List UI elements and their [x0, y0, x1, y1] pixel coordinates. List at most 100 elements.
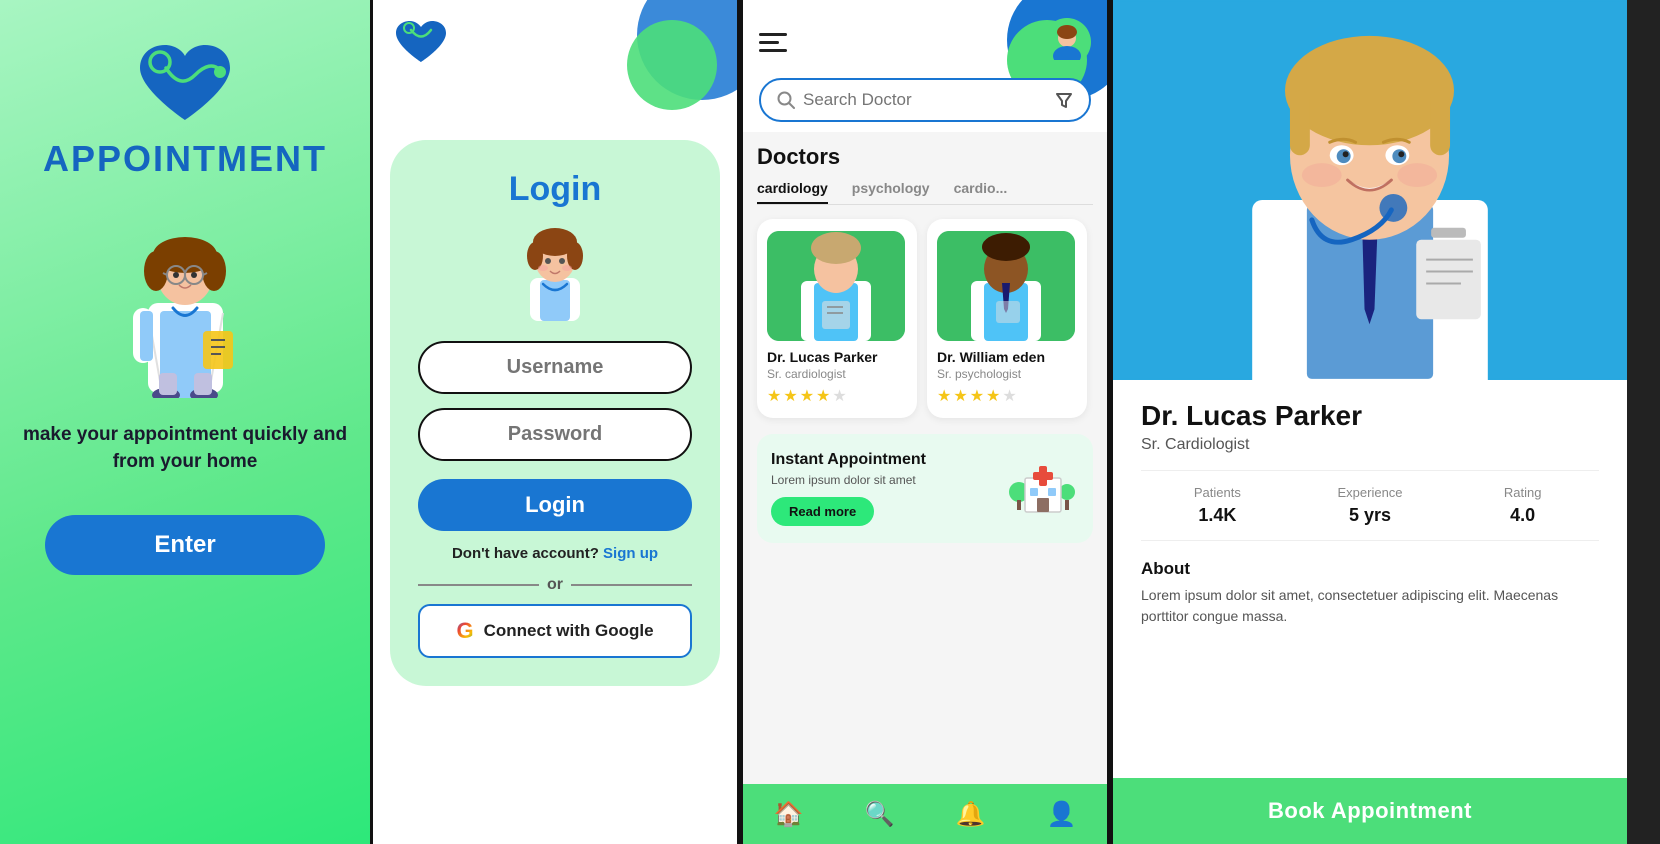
star-3: ★ [970, 386, 984, 406]
star-1: ★ [767, 386, 781, 406]
stats-row: Patients 1.4K Experience 5 yrs Rating 4.… [1141, 470, 1599, 541]
hospital-icon [1007, 450, 1079, 527]
book-appointment-button[interactable]: Book Appointment [1113, 778, 1627, 844]
stat-patients-value: 1.4K [1198, 505, 1236, 526]
star-1: ★ [937, 386, 951, 406]
header-inner [759, 18, 1091, 122]
doctor-cards-row: Dr. Lucas Parker Sr. cardiologist ★ ★ ★ … [757, 219, 1093, 418]
login-screen: Login [370, 0, 740, 844]
star-3: ★ [800, 386, 814, 406]
login-title: Login [509, 170, 602, 209]
about-title: About [1141, 559, 1599, 579]
enter-button[interactable]: Enter [45, 515, 325, 575]
tab-psychology[interactable]: psychology [852, 180, 930, 204]
doctor-card-1[interactable]: Dr. Lucas Parker Sr. cardiologist ★ ★ ★ … [757, 219, 917, 418]
hamburger-menu-icon[interactable] [759, 33, 787, 52]
doctor-spec-2: Sr. psychologist [937, 367, 1021, 381]
hospital-building-icon [1007, 450, 1079, 522]
doctor-card-image-1 [767, 231, 905, 341]
or-line-left [418, 584, 539, 586]
tab-cardiology[interactable]: cardiology [757, 180, 828, 204]
dr-lucas-parker-image [767, 231, 905, 341]
category-tabs: cardiology psychology cardio... [757, 180, 1093, 205]
nav-person-icon[interactable]: 👤 [1047, 800, 1077, 829]
username-input[interactable] [418, 341, 692, 394]
stat-experience-label: Experience [1337, 485, 1402, 500]
doctor-female-icon [108, 203, 263, 398]
doctor-spec-1: Sr. cardiologist [767, 367, 846, 381]
doctor-name-detail: Dr. Lucas Parker [1141, 400, 1599, 432]
doctors-section-title: Doctors [757, 144, 1093, 170]
instant-desc: Lorem ipsum dolor sit amet [771, 473, 926, 487]
nav-search-icon[interactable]: 🔍 [865, 800, 895, 829]
stat-experience: Experience 5 yrs [1294, 485, 1447, 526]
or-divider: or [418, 576, 692, 594]
doctor-specialty-detail: Sr. Cardiologist [1141, 436, 1599, 454]
password-input[interactable] [418, 408, 692, 461]
nav-home-icon[interactable]: 🏠 [774, 800, 804, 829]
login-card: Login [390, 140, 720, 686]
search-input[interactable] [803, 90, 1047, 110]
avatar-icon [1049, 24, 1085, 60]
doctor-list-screen: Doctors cardiology psychology cardio... [740, 0, 1110, 844]
google-connect-button[interactable]: G Connect with Google [418, 604, 692, 658]
star-5: ★ [1002, 386, 1016, 406]
login-logo [391, 18, 451, 66]
no-account-text: Don't have account? [452, 545, 599, 562]
stat-rating-label: Rating [1504, 485, 1542, 500]
stat-patients: Patients 1.4K [1141, 485, 1294, 526]
about-text: Lorem ipsum dolor sit amet, consectetuer… [1141, 585, 1599, 627]
doctor-stars-2: ★ ★ ★ ★ ★ [937, 386, 1017, 406]
instant-title: Instant Appointment [771, 451, 926, 469]
search-bar [759, 78, 1091, 122]
doctor-stars-1: ★ ★ ★ ★ ★ [767, 386, 847, 406]
login-button[interactable]: Login [418, 479, 692, 531]
app-title: APPOINTMENT [43, 138, 327, 180]
read-more-button[interactable]: Read more [771, 497, 874, 526]
doctor-name-2: Dr. William eden [937, 349, 1045, 365]
tab-cardio-more[interactable]: cardio... [954, 180, 1008, 204]
hamburger-line-3 [759, 49, 787, 52]
hamburger-line-1 [759, 33, 787, 36]
stat-patients-label: Patients [1194, 485, 1241, 500]
signup-link[interactable]: Sign up [603, 545, 658, 562]
star-4: ★ [986, 386, 1000, 406]
doctor-name-1: Dr. Lucas Parker [767, 349, 878, 365]
dr-william-eden-image [937, 231, 1075, 341]
stat-experience-value: 5 yrs [1349, 505, 1391, 526]
signup-row: Don't have account? Sign up [452, 545, 658, 562]
splash-tagline: make your appointment quickly and from y… [20, 422, 350, 475]
splash-screen: APPOINTMENT [0, 0, 370, 844]
login-doctor-avatar [510, 223, 600, 323]
panel3-header [743, 0, 1107, 132]
top-decoration-green [627, 20, 717, 110]
panel3-body: Doctors cardiology psychology cardio... [743, 132, 1107, 784]
star-2: ★ [953, 386, 967, 406]
user-avatar[interactable] [1043, 18, 1091, 66]
hamburger-line-2 [759, 41, 779, 44]
doctor-hero-svg [1113, 0, 1627, 380]
google-btn-label: Connect with Google [484, 621, 654, 641]
splash-logo: APPOINTMENT [43, 40, 327, 180]
doctor-hero-image [1113, 0, 1627, 380]
doctor-detail-screen: Dr. Lucas Parker Sr. Cardiologist Patien… [1110, 0, 1627, 844]
top-row [759, 18, 1091, 66]
doctor-avatar-icon [515, 226, 595, 321]
logo-icon [391, 18, 451, 66]
google-g-icon: G [456, 618, 473, 644]
or-line-right [571, 584, 692, 586]
star-2: ★ [783, 386, 797, 406]
doctor-card-image-2 [937, 231, 1075, 341]
stat-rating-value: 4.0 [1510, 505, 1535, 526]
instant-left: Instant Appointment Lorem ipsum dolor si… [771, 451, 926, 526]
doctor-detail-body: Dr. Lucas Parker Sr. Cardiologist Patien… [1113, 380, 1627, 778]
nav-bell-icon[interactable]: 🔔 [956, 800, 986, 829]
filter-icon[interactable] [1055, 91, 1073, 109]
instant-appointment-card: Instant Appointment Lorem ipsum dolor si… [757, 434, 1093, 543]
search-icon [777, 91, 795, 109]
stat-rating: Rating 4.0 [1446, 485, 1599, 526]
star-5: ★ [832, 386, 846, 406]
bottom-navigation: 🏠 🔍 🔔 👤 [743, 784, 1107, 844]
doctor-card-2[interactable]: Dr. William eden Sr. psychologist ★ ★ ★ … [927, 219, 1087, 418]
star-4: ★ [816, 386, 830, 406]
